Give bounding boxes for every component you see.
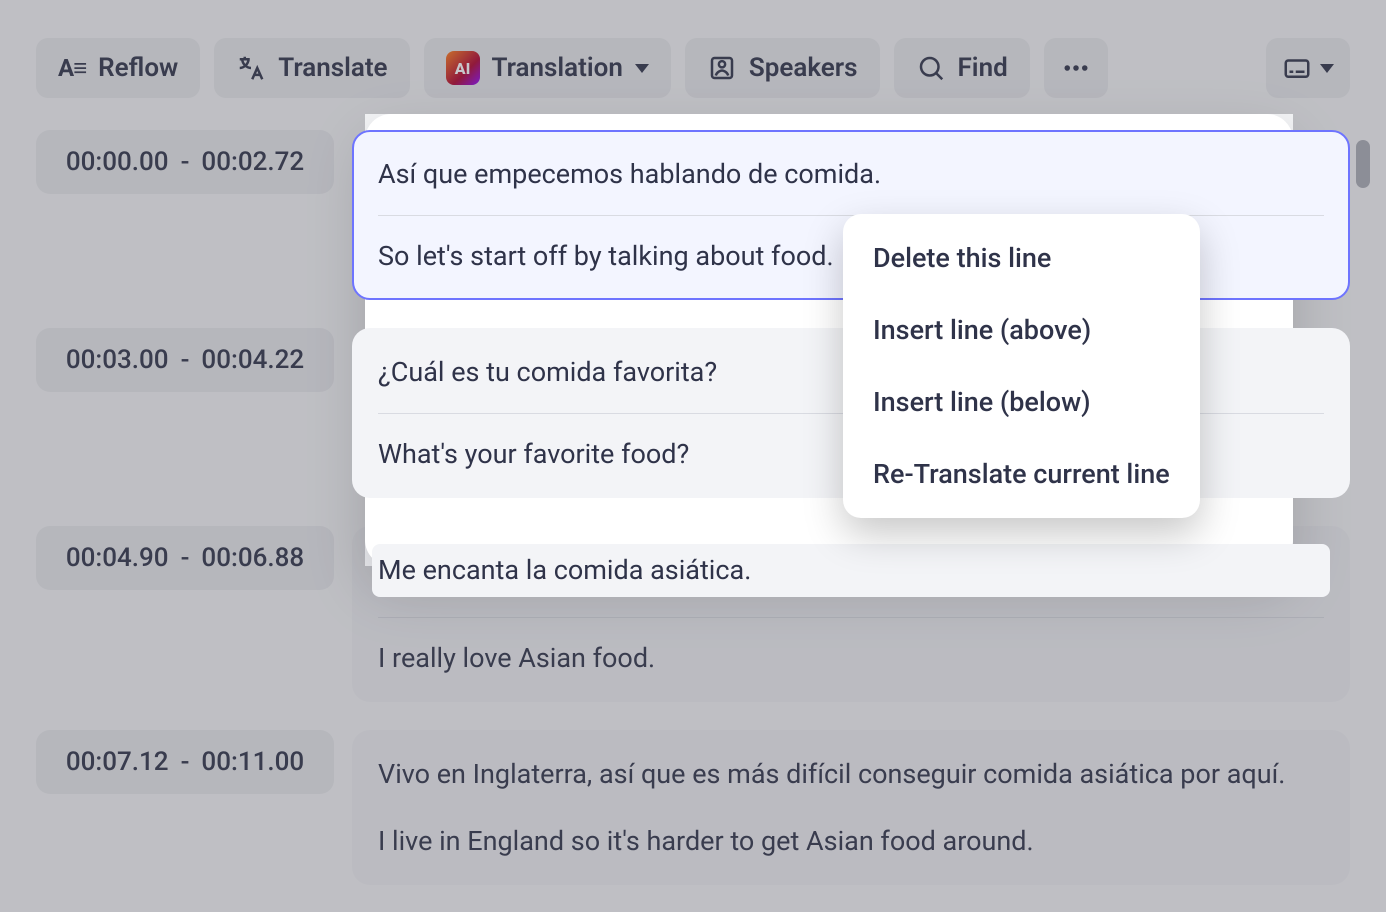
end-time: 00:02.72 <box>201 147 304 177</box>
dash: - <box>179 543 192 573</box>
time-pill[interactable]: 00:03.00 - 00:04.22 <box>36 328 334 392</box>
toolbar: A≡ Reflow Translate AI Translation Speak… <box>36 38 1350 98</box>
end-time: 00:11.00 <box>201 747 304 777</box>
start-time: 00:00.00 <box>66 147 169 177</box>
time-pill[interactable]: 00:00.00 - 00:02.72 <box>36 130 334 194</box>
time-pill[interactable]: 00:04.90 - 00:06.88 <box>36 526 334 590</box>
dash: - <box>179 345 192 375</box>
search-icon <box>916 53 946 83</box>
start-time: 00:04.90 <box>66 543 169 573</box>
row-3: 00:07.12 - 00:11.00 Vivo en Inglaterra, … <box>36 730 1350 885</box>
translate-label: Translate <box>278 53 387 83</box>
ellipsis-icon <box>1061 53 1091 83</box>
ai-badge-icon: AI <box>446 51 480 85</box>
start-time: 00:03.00 <box>66 345 169 375</box>
target-text[interactable]: I live in England so it's harder to get … <box>378 821 1324 862</box>
translate-button[interactable]: Translate <box>214 38 409 98</box>
source-text[interactable]: Me encanta la comida asiática. <box>378 554 751 586</box>
context-insert-above[interactable]: Insert line (above) <box>873 314 1170 346</box>
scrollbar-thumb[interactable] <box>1356 140 1370 188</box>
reflow-button[interactable]: A≡ Reflow <box>36 38 200 98</box>
more-button[interactable] <box>1044 38 1108 98</box>
time-pill[interactable]: 00:07.12 - 00:11.00 <box>36 730 334 794</box>
find-button[interactable]: Find <box>894 38 1030 98</box>
dash: - <box>179 747 192 777</box>
reflow-label: Reflow <box>98 53 178 83</box>
target-text[interactable]: I really love Asian food. <box>378 638 1324 679</box>
find-label: Find <box>958 53 1008 83</box>
source-text[interactable]: Vivo en Inglaterra, así que es más difíc… <box>378 754 1324 795</box>
translation-dropdown[interactable]: AI Translation <box>424 38 671 98</box>
chevron-down-icon <box>1320 64 1334 73</box>
divider <box>378 617 1324 618</box>
end-time: 00:04.22 <box>201 345 304 375</box>
subtitle-bubble[interactable]: Vivo en Inglaterra, así que es más difíc… <box>352 730 1350 885</box>
chevron-down-icon <box>635 64 649 73</box>
context-delete[interactable]: Delete this line <box>873 242 1170 274</box>
source-text[interactable]: Así que empecemos hablando de comida. <box>378 154 1324 195</box>
reflow-icon: A≡ <box>58 54 86 83</box>
end-time: 00:06.88 <box>201 543 304 573</box>
speakers-icon <box>707 53 737 83</box>
context-insert-below[interactable]: Insert line (below) <box>873 386 1170 418</box>
speakers-button[interactable]: Speakers <box>685 38 880 98</box>
caption-view-button[interactable] <box>1266 38 1350 98</box>
caption-icon <box>1282 53 1312 83</box>
context-retranslate[interactable]: Re-Translate current line <box>873 458 1170 490</box>
context-menu: Delete this line Insert line (above) Ins… <box>843 214 1200 518</box>
dash: - <box>179 147 192 177</box>
translate-icon <box>236 53 266 83</box>
row-2: 00:04.90 - 00:06.88 Me encanta la comida… <box>36 526 1350 702</box>
speakers-label: Speakers <box>749 53 858 83</box>
translation-label: Translation <box>492 53 623 83</box>
start-time: 00:07.12 <box>66 747 169 777</box>
subtitle-bubble[interactable]: Me encanta la comida asiática. I really … <box>352 526 1350 702</box>
